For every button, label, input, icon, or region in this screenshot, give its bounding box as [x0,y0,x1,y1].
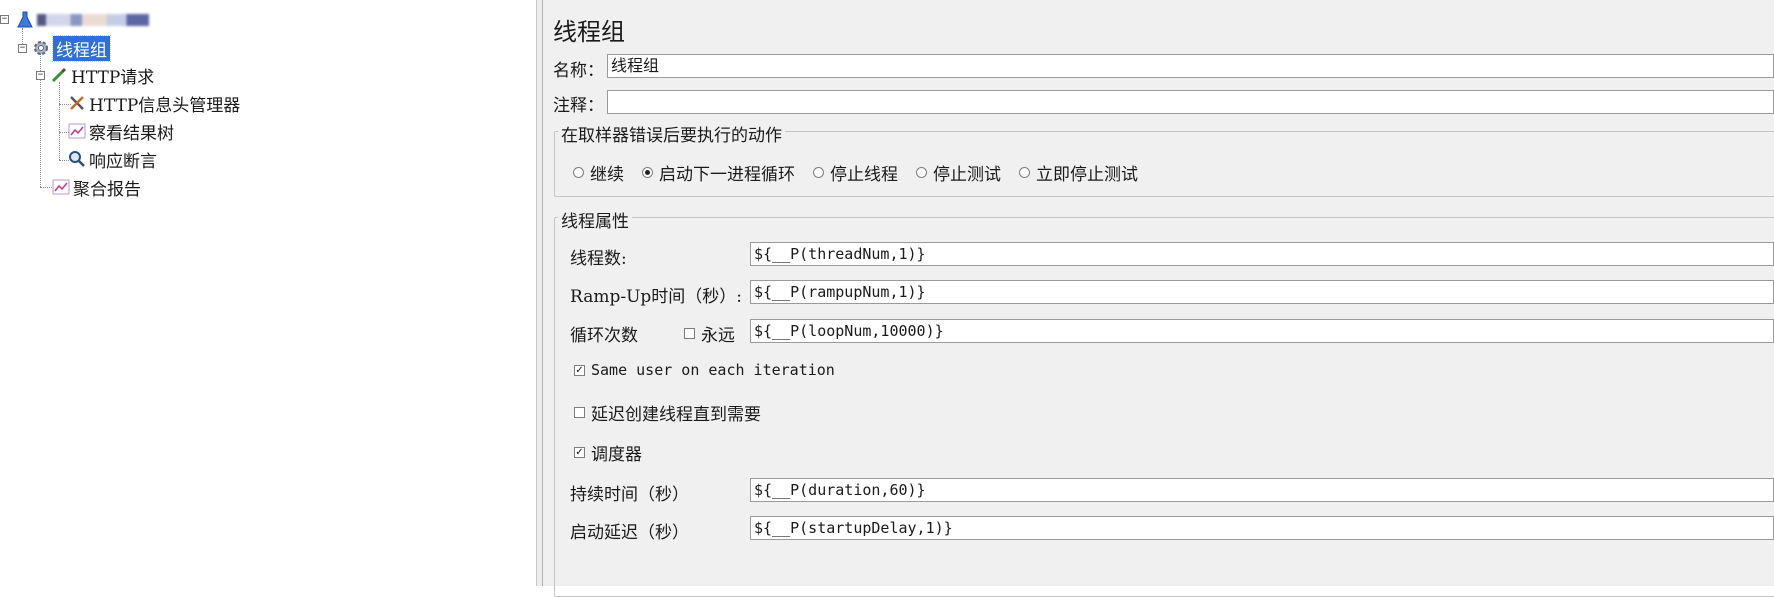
rampup-label: Ramp-Up时间（秒）: [570,287,743,307]
tree-item-label: HTTP请求 [71,67,155,88]
wrench-screwdriver-icon [68,94,86,112]
collapse-toggle[interactable]: − [0,15,9,24]
loop-count-label: 循环次数 [570,326,638,346]
duration-field[interactable]: ${__P(duration,60)} [750,478,1774,502]
radio-label: 停止线程 [830,165,898,185]
tree-item-label: 线程组 [52,34,111,62]
radio-start-next-loop[interactable]: 启动下一进程循环 [642,160,795,185]
name-label: 名称： [553,61,604,81]
tree-item-aggregate-report[interactable]: 聚合报告 [52,175,141,200]
tree-item-header-manager[interactable]: HTTP信息头管理器 [68,91,241,116]
delay-thread-creation-label: 延迟创建线程直到需要 [591,405,761,425]
radio-label: 立即停止测试 [1036,165,1138,185]
gear-icon [32,39,50,57]
error-action-options: 继续 启动下一进程循环 停止线程 停止测试 立即停止测试 [573,160,1156,185]
radio-indicator[interactable] [813,167,824,178]
checkbox-indicator[interactable] [574,407,585,418]
tree-item-label: 聚合报告 [73,179,141,200]
radio-stop-test-now[interactable]: 立即停止测试 [1019,160,1138,185]
tree-item-response-assertion[interactable]: 响应断言 [68,147,157,172]
comment-field[interactable] [607,90,1774,114]
tree-item-label: 响应断言 [89,151,157,172]
error-action-title: 在取样器错误后要执行的动作 [558,121,785,146]
loop-count-field[interactable]: ${__P(loopNum,10000)} [750,319,1774,343]
tree-item-view-results-tree[interactable]: 察看结果树 [68,119,174,144]
split-pane-divider[interactable] [536,0,543,586]
checkbox-indicator[interactable] [684,328,695,339]
radio-indicator[interactable] [1019,167,1030,178]
radio-label: 继续 [590,165,624,185]
radio-label: 停止测试 [933,165,1001,185]
radio-label: 启动下一进程循环 [659,165,795,185]
tree-item-http-request[interactable]: HTTP请求 [50,63,155,88]
forever-checkbox[interactable]: 永远 [684,321,735,346]
magnifier-icon [68,150,86,168]
checkmark-icon[interactable]: ✓ [574,364,585,376]
collapse-toggle[interactable]: − [18,44,27,53]
tree-line [59,82,60,160]
radio-stop-thread[interactable]: 停止线程 [813,160,898,185]
scheduler-label: 调度器 [591,445,642,465]
forever-label: 永远 [701,326,735,346]
same-user-checkbox[interactable]: ✓ Same user on each iteration [574,361,835,379]
flask-icon [16,11,34,29]
graph-icon [52,178,70,196]
threads-label: 线程数: [570,249,627,269]
tree-root[interactable] [16,8,149,32]
radio-indicator[interactable] [916,167,927,178]
delay-thread-creation-checkbox[interactable]: 延迟创建线程直到需要 [574,400,761,425]
radio-continue[interactable]: 继续 [573,160,624,185]
startup-delay-label: 启动延迟（秒） [570,523,689,543]
tree-item-label: HTTP信息头管理器 [89,95,241,116]
thread-properties-title: 线程属性 [558,207,632,232]
name-field[interactable]: 线程组 [607,54,1774,78]
radio-stop-test[interactable]: 停止测试 [916,160,1001,185]
radio-indicator[interactable] [642,167,653,178]
checkmark-icon[interactable]: ✓ [574,447,585,458]
comment-label: 注释： [553,96,604,116]
radio-indicator[interactable] [573,167,584,178]
pipette-icon [50,66,68,84]
tree-item-thread-group[interactable]: 线程组 [32,34,111,62]
tree-item-label: 察看结果树 [89,123,174,144]
test-plan-name-obscured [37,14,149,26]
collapse-toggle[interactable]: − [36,71,45,80]
startup-delay-field[interactable]: ${__P(startupDelay,1)} [750,516,1774,540]
graph-icon [68,122,86,140]
same-user-label: Same user on each iteration [591,361,835,379]
threads-field[interactable]: ${__P(threadNum,1)} [750,242,1774,266]
scheduler-checkbox[interactable]: ✓ 调度器 [574,440,642,465]
test-plan-tree[interactable]: − − 线程组 − HTTP请求 HTTP信息头管理器 察看结果树 响应断言 聚… [0,0,536,586]
thread-group-panel: 线程组 名称： 线程组 注释： 在取样器错误后要执行的动作 继续 启动下一进程循… [543,0,1774,597]
page-title: 线程组 [553,18,625,46]
rampup-field[interactable]: ${__P(rampupNum,1)} [750,280,1774,304]
duration-label: 持续时间（秒） [570,485,689,505]
